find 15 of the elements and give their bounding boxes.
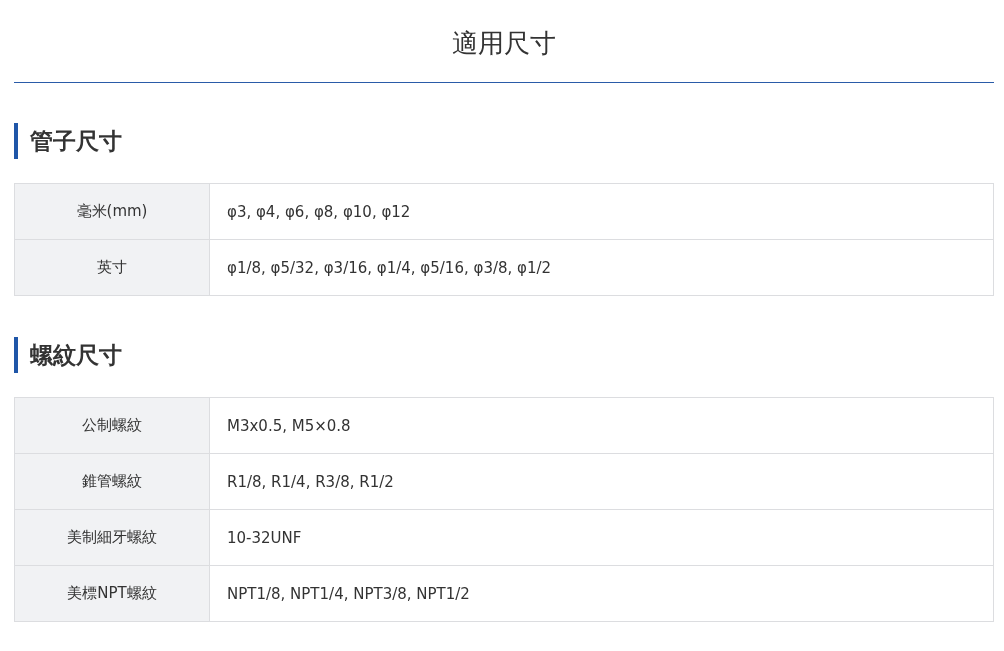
row-value: R1/8, R1/4, R3/8, R1/2 — [209, 453, 994, 510]
row-label: 公制螺紋 — [14, 397, 210, 454]
row-value: 10-32UNF — [209, 509, 994, 566]
section-heading: 管子尺寸 — [14, 123, 994, 159]
row-label: 美制細牙螺紋 — [14, 509, 210, 566]
section-heading: 螺紋尺寸 — [14, 337, 994, 373]
row-label: 英寸 — [14, 239, 210, 296]
row-value: M3x0.5, M5×0.8 — [209, 397, 994, 454]
row-label: 美標NPT螺紋 — [14, 565, 210, 622]
row-label: 錐管螺紋 — [14, 453, 210, 510]
row-label: 毫米(mm) — [14, 183, 210, 240]
row-value: φ3, φ4, φ6, φ8, φ10, φ12 — [209, 183, 994, 240]
page-title: 適用尺寸 — [451, 27, 557, 60]
row-value: φ1/8, φ5/32, φ3/16, φ1/4, φ5/16, φ3/8, φ1/2 — [209, 239, 994, 296]
row-value: NPT1/8, NPT1/4, NPT3/8, NPT1/2 — [209, 565, 994, 622]
